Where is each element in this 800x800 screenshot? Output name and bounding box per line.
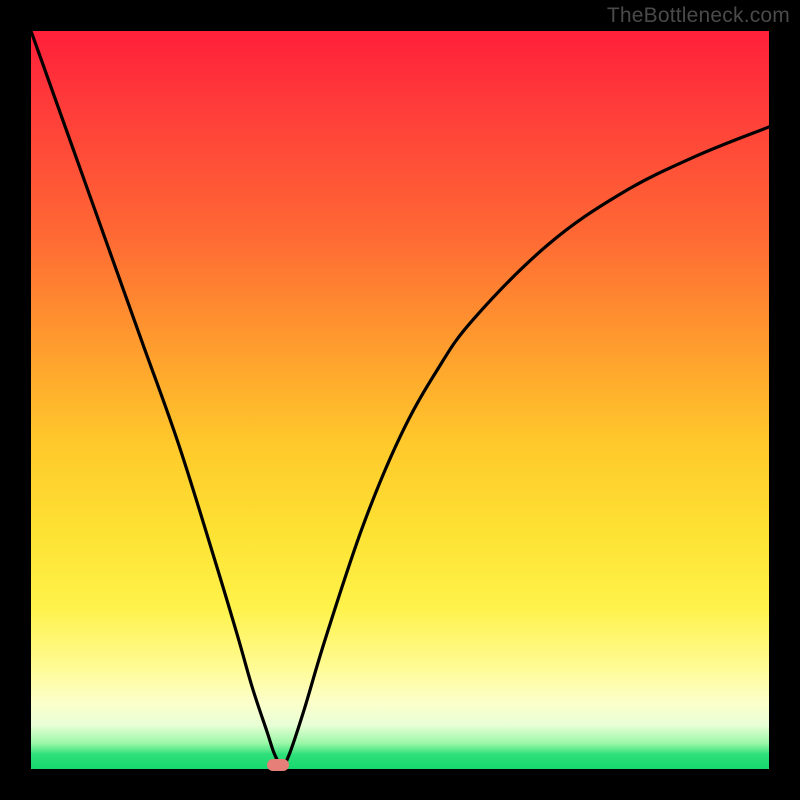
- curve-svg: [31, 31, 769, 769]
- chart-canvas: TheBottleneck.com: [0, 0, 800, 800]
- optimal-marker: [267, 759, 289, 771]
- plot-area: [31, 31, 769, 769]
- bottleneck-curve: [31, 31, 769, 765]
- watermark-text: TheBottleneck.com: [607, 4, 790, 28]
